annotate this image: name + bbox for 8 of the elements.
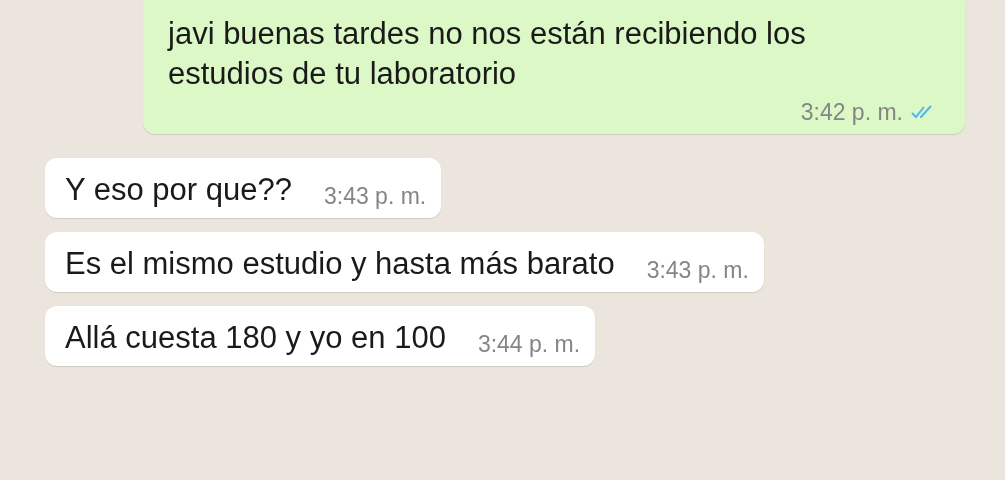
message-time: 3:43 p. m. xyxy=(646,257,749,285)
message-text: Y eso por que?? xyxy=(65,170,292,209)
message-text: Allá cuesta 180 y yo en 100 xyxy=(65,319,446,358)
message-text: javi buenas tardes no nos están recibiendo los estudios de tu laboratorio xyxy=(168,15,807,94)
message-time: 3:43 p. m. xyxy=(323,182,427,210)
message-time: 3:44 p. m. xyxy=(477,331,581,359)
message-time: 3:42 p. m. xyxy=(800,98,903,126)
message-text: Es el mismo estudio y hasta más barato xyxy=(65,244,615,283)
